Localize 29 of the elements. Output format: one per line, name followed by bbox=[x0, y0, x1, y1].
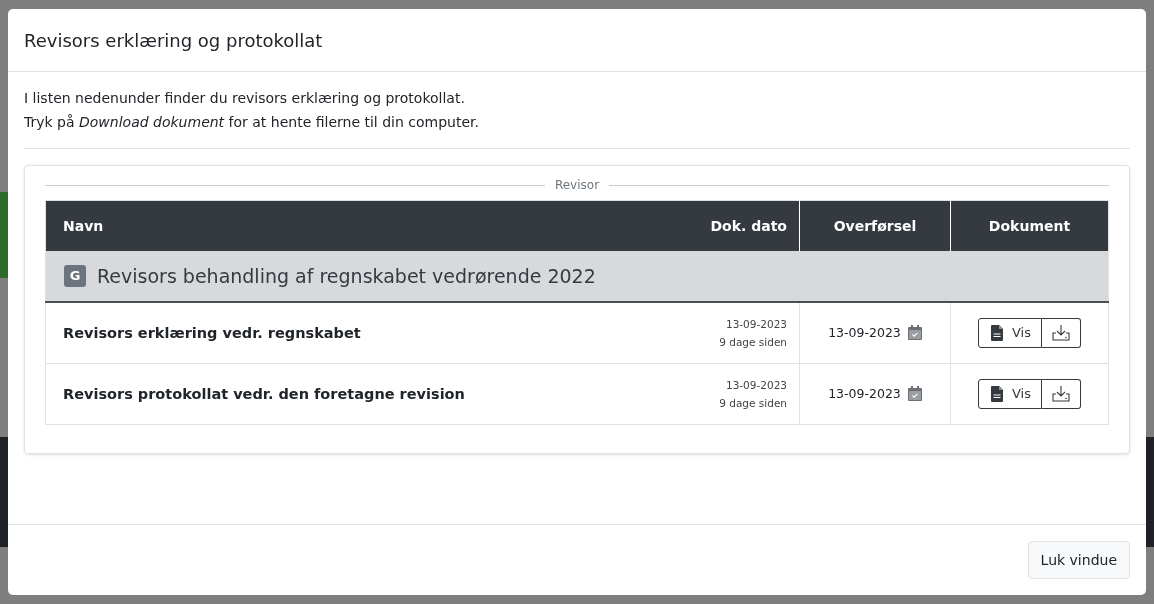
download-button[interactable] bbox=[1042, 317, 1081, 348]
document-age: 9 dage siden bbox=[718, 334, 787, 350]
column-header: Overførsel bbox=[799, 200, 951, 251]
view-button[interactable]: Vis bbox=[978, 317, 1042, 348]
column-header: Navn bbox=[45, 200, 667, 251]
download-icon bbox=[1051, 384, 1071, 403]
file-icon bbox=[991, 324, 1003, 341]
section-legend: Revisor bbox=[554, 178, 600, 192]
modal-title: Revisors erklæring og protokollat bbox=[24, 29, 323, 51]
calendar-check-icon bbox=[907, 325, 922, 340]
transfer-date: 13-09-2023 bbox=[828, 325, 901, 340]
column-header: Dokument bbox=[950, 200, 1109, 251]
intro-text: I listen nedenunder finder du revisors erklæring og protokollat. bbox=[24, 89, 466, 108]
document-age: 9 dage siden bbox=[718, 395, 787, 411]
file-icon bbox=[991, 385, 1003, 402]
download-button[interactable] bbox=[1042, 378, 1081, 409]
document-date: 13-09-2023 bbox=[724, 377, 787, 393]
download-icon bbox=[1051, 323, 1071, 342]
calendar-check-icon bbox=[907, 386, 922, 401]
column-header: Dok. dato bbox=[667, 200, 800, 251]
group-title: Revisors behandling af regnskabet vedrørende 2022 bbox=[97, 264, 596, 287]
view-button[interactable]: Vis bbox=[978, 378, 1042, 409]
close-button[interactable]: Luk vindue bbox=[1027, 541, 1130, 579]
document-name: Revisors protokollat vedr. den foretagne revision bbox=[63, 385, 465, 402]
transfer-date: 13-09-2023 bbox=[828, 386, 901, 401]
document-date: 13-09-2023 bbox=[724, 316, 787, 332]
document-name: Revisors erklæring vedr. regnskabet bbox=[63, 324, 361, 341]
group-badge: G bbox=[64, 264, 86, 287]
intro-text: Tryk på Download dokument for at hente filerne til din computer. bbox=[24, 113, 480, 132]
